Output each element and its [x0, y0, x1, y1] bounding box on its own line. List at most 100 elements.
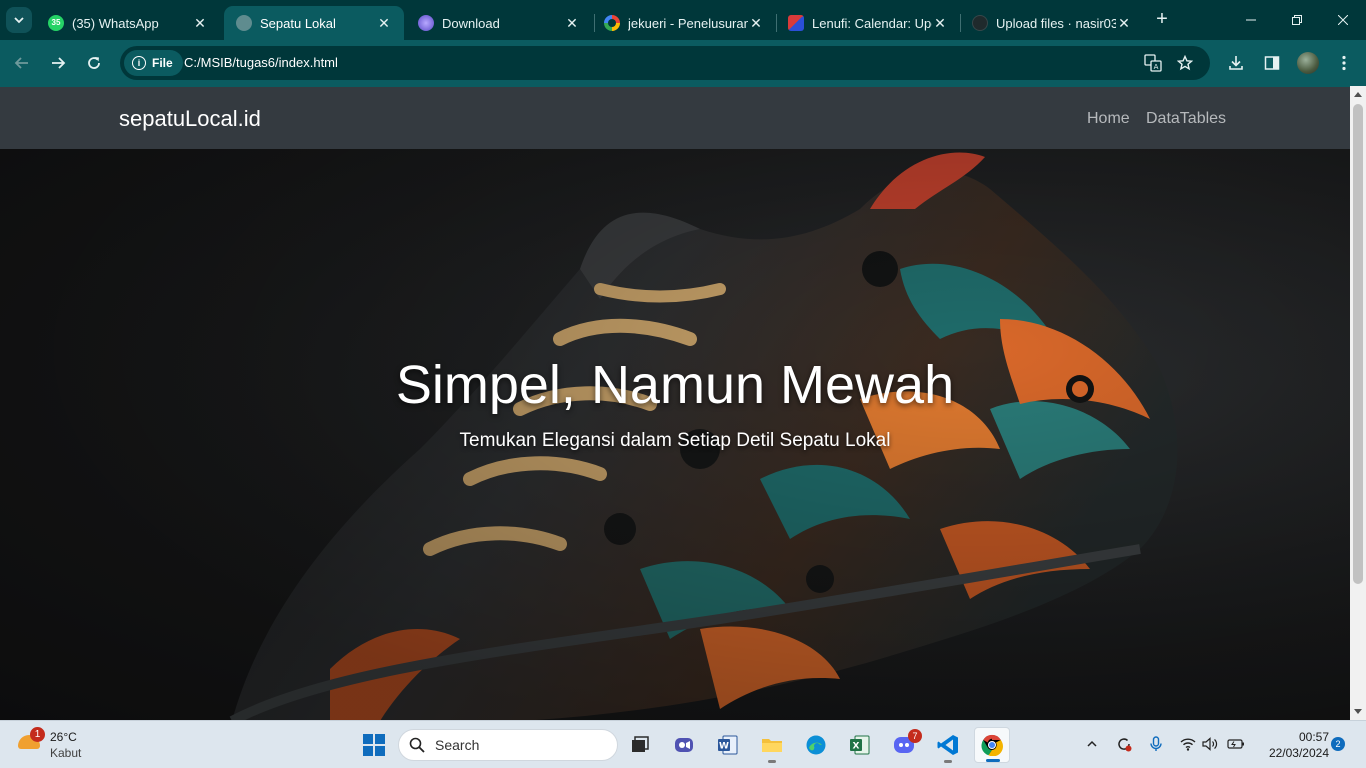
bookmark-button[interactable]	[1174, 52, 1196, 74]
plus-icon: +	[1156, 7, 1168, 30]
svg-text:W: W	[719, 742, 729, 752]
whatsapp-icon: 35	[48, 15, 64, 31]
scroll-up-arrow-icon[interactable]	[1354, 92, 1362, 97]
tab-title: Sepatu Lokal	[260, 15, 336, 31]
close-window-button[interactable]	[1320, 0, 1366, 40]
restore-icon	[1292, 15, 1302, 25]
svg-text:A: A	[1154, 63, 1159, 71]
github-icon	[972, 15, 988, 31]
download-site-icon	[418, 15, 434, 31]
discord-icon[interactable]: 7	[886, 727, 922, 763]
close-icon[interactable]: ✕	[1116, 15, 1132, 32]
forward-button[interactable]	[44, 49, 72, 77]
volume-icon[interactable]	[1200, 734, 1220, 754]
site-info-chip[interactable]: i File	[124, 50, 183, 76]
close-icon[interactable]: ✕	[192, 15, 208, 32]
minimize-button[interactable]	[1228, 0, 1274, 40]
search-placeholder: Search	[435, 737, 480, 753]
tab-title: (35) WhatsApp	[72, 15, 159, 31]
weather-alert-badge: 1	[30, 727, 45, 742]
windows-logo-icon	[363, 734, 385, 756]
hero-subtitle: Temukan Elegansi dalam Setiap Detil Sepa…	[459, 430, 891, 451]
side-panel-button[interactable]	[1260, 51, 1284, 75]
translate-icon: A	[1144, 54, 1162, 72]
chrome-icon[interactable]	[974, 727, 1010, 763]
weather-widget[interactable]: 1 26°C Kabut	[16, 727, 116, 763]
edge-icon[interactable]	[798, 727, 834, 763]
browser-tab-strip: 35 (35) WhatsApp ✕ Sepatu Lokal ✕ Downlo…	[0, 0, 1366, 40]
new-tab-button[interactable]: +	[1150, 7, 1174, 31]
translate-button[interactable]: A	[1142, 52, 1164, 74]
tab-title: Upload files · nasir03/	[996, 15, 1116, 31]
info-icon: i	[132, 56, 146, 70]
close-icon[interactable]: ✕	[748, 15, 764, 32]
downloads-button[interactable]	[1224, 51, 1248, 75]
tab-lenufi-calendar[interactable]: Lenufi: Calendar: Upc ✕	[776, 6, 960, 40]
nav-link-datatables[interactable]: DataTables	[1146, 110, 1226, 128]
url-text[interactable]: C:/MSIB/tugas6/index.html	[184, 55, 338, 70]
vscode-icon[interactable]	[930, 727, 966, 763]
scheme-label: File	[152, 56, 173, 70]
notification-badge[interactable]: 2	[1331, 737, 1345, 751]
file-explorer-icon[interactable]	[754, 727, 790, 763]
tab-google-search[interactable]: jekueri - Penelusuran ✕	[592, 6, 776, 40]
more-vertical-icon	[1342, 55, 1346, 71]
tab-sepatu-lokal[interactable]: Sepatu Lokal ✕	[224, 6, 404, 40]
video-call-icon[interactable]	[666, 727, 702, 763]
page-viewport: sepatuLocal.id Home DataTables Simpel, N…	[0, 86, 1350, 720]
chevron-up-icon	[1087, 740, 1097, 747]
hero-section: Simpel, Namun Mewah Temukan Elegansi dal…	[0, 149, 1350, 720]
tab-whatsapp[interactable]: 35 (35) WhatsApp ✕	[36, 6, 220, 40]
excel-icon[interactable]: X	[842, 727, 878, 763]
page-scrollbar[interactable]	[1350, 86, 1366, 720]
browser-menu-button[interactable]	[1332, 51, 1356, 75]
nav-link-home[interactable]: Home	[1087, 110, 1130, 128]
weather-temperature: 26°C	[50, 730, 77, 744]
close-icon[interactable]: ✕	[564, 15, 580, 32]
discord-badge: 7	[908, 729, 922, 743]
profile-avatar[interactable]	[1297, 52, 1319, 74]
minimize-icon	[1246, 19, 1256, 21]
taskbar-search-box[interactable]: Search	[398, 729, 618, 761]
restore-button[interactable]	[1274, 0, 1320, 40]
start-button[interactable]	[356, 727, 392, 763]
tab-search-button[interactable]	[6, 7, 32, 33]
microphone-icon[interactable]	[1146, 734, 1166, 754]
windows-taskbar: 1 26°C Kabut Search W X 7 00:57 22/03/20…	[0, 720, 1366, 768]
sync-status-icon[interactable]	[1114, 734, 1134, 754]
close-icon[interactable]: ✕	[932, 15, 948, 32]
tab-title: Download	[442, 15, 500, 31]
whatsapp-unread-badge: 35	[51, 18, 61, 27]
running-indicator	[768, 760, 776, 763]
search-icon	[409, 737, 425, 753]
task-view-icon[interactable]	[622, 727, 658, 763]
browser-toolbar: i File C:/MSIB/tugas6/index.html A	[0, 40, 1366, 86]
side-panel-icon	[1264, 56, 1280, 70]
hero-title: Simpel, Namun Mewah	[395, 355, 955, 415]
arrow-left-icon	[14, 57, 28, 69]
address-bar[interactable]: i File C:/MSIB/tugas6/index.html A	[120, 46, 1210, 80]
site-navbar: sepatuLocal.id Home DataTables	[0, 87, 1350, 149]
running-indicator	[986, 759, 1000, 762]
clock-date: 22/03/2024	[1268, 746, 1329, 760]
word-icon[interactable]: W	[710, 727, 746, 763]
reload-button[interactable]	[80, 49, 108, 77]
taskbar-clock[interactable]: 00:57 22/03/2024	[1255, 729, 1329, 761]
lenufi-icon	[788, 15, 804, 31]
chevron-down-icon	[14, 17, 24, 24]
site-brand[interactable]: sepatuLocal.id	[119, 106, 261, 132]
tab-title: Lenufi: Calendar: Upc	[812, 15, 932, 31]
tab-download[interactable]: Download ✕	[406, 6, 592, 40]
wifi-icon[interactable]	[1178, 734, 1198, 754]
globe-icon	[236, 15, 252, 31]
download-icon	[1229, 56, 1243, 70]
scroll-thumb[interactable]	[1353, 104, 1363, 584]
tab-github-upload[interactable]: Upload files · nasir03/ ✕	[960, 6, 1144, 40]
google-icon	[604, 15, 620, 31]
show-hidden-icons-button[interactable]	[1082, 734, 1102, 754]
close-icon[interactable]: ✕	[376, 15, 392, 32]
star-icon	[1177, 55, 1193, 71]
back-button[interactable]	[8, 49, 36, 77]
battery-icon[interactable]	[1226, 734, 1246, 754]
scroll-down-arrow-icon[interactable]	[1354, 709, 1362, 714]
